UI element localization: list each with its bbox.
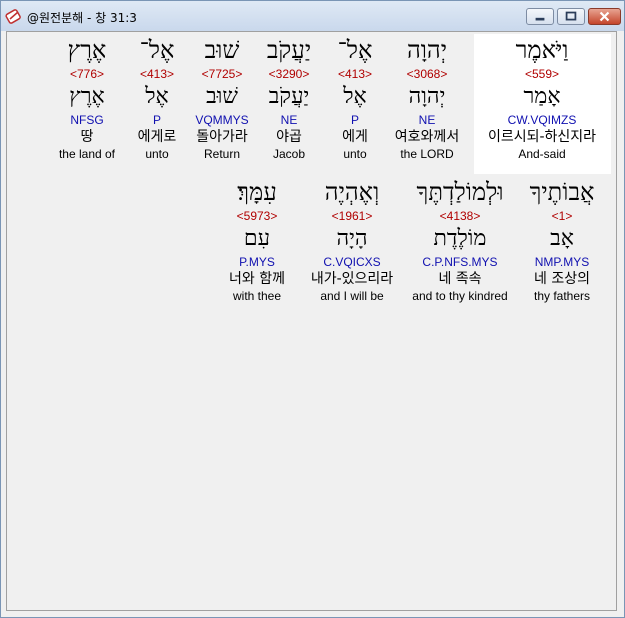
morphology-code: CW.VQIMZS	[507, 113, 577, 127]
window-title: @원전분해 - 창 31:3	[27, 11, 137, 25]
minimize-icon	[535, 17, 545, 21]
english-gloss: thy fathers	[533, 289, 591, 303]
hebrew-word: וּלְמוֹלַדְתֶּךָ	[416, 178, 504, 206]
hebrew-root: אָב	[550, 226, 574, 251]
app-icon	[5, 9, 21, 24]
minimize-button[interactable]	[526, 8, 554, 25]
strong-number[interactable]: <559>	[482, 66, 602, 82]
morphology-code: P.MYS	[239, 255, 275, 269]
analysis-panel: וַיֹּאמֶר <559> אָמַר CW.VQIMZS 이르시되-하신지…	[6, 31, 617, 611]
english-gloss: And-said	[518, 147, 566, 161]
hebrew-word: אֶרֶץ	[67, 36, 107, 64]
korean-gloss: 땅	[80, 129, 94, 145]
english-gloss: with thee	[232, 289, 282, 303]
korean-gloss: 이르시되-하신지라	[487, 129, 597, 145]
hebrew-root: אָמַר	[523, 84, 561, 109]
close-button[interactable]	[588, 8, 621, 25]
strong-number[interactable]: <4138>	[400, 208, 520, 224]
english-gloss: and to thy kindred	[412, 289, 508, 303]
hebrew-root: מוֹלֶדֶת	[433, 226, 487, 251]
word-cell[interactable]: אֲבוֹתֶיךָ <1> אָב NMP.MYS 네 조상의 thy fat…	[502, 176, 622, 304]
word-cell[interactable]: עִמָּךְ׃ <5973> עִם P.MYS 너와 함께 with the…	[197, 176, 317, 304]
close-icon	[599, 11, 610, 22]
morphology-code: NMP.MYS	[534, 255, 590, 269]
korean-gloss: 네 조상의	[534, 271, 590, 287]
strong-number[interactable]: <5973>	[197, 208, 317, 224]
hebrew-root: עִם	[243, 226, 271, 251]
maximize-button[interactable]	[557, 8, 585, 25]
word-cell[interactable]: וּלְמוֹלַדְתֶּךָ <4138> מוֹלֶדֶת C.P.NFS…	[400, 176, 520, 304]
title-bar[interactable]: @원전분해 - 창 31:3	[1, 1, 624, 31]
hebrew-word: אֲבוֹתֶיךָ	[529, 178, 595, 206]
morphology-code: NFSG	[70, 113, 104, 127]
word-cell[interactable]: אֶרֶץ <776> אֶרֶץ NFSG 땅 the land of	[27, 34, 147, 162]
app-window: @원전분해 - 창 31:3 וַיֹּאמֶר <559> אָמַר CW.…	[0, 0, 625, 618]
strong-number[interactable]: <1>	[502, 208, 622, 224]
word-cell[interactable]: וַיֹּאמֶר <559> אָמַר CW.VQIMZS 이르시되-하신지…	[482, 34, 602, 162]
korean-gloss: 네 족속	[438, 271, 482, 287]
hebrew-word: וַיֹּאמֶר	[515, 36, 569, 64]
hebrew-root: אֶרֶץ	[69, 84, 105, 109]
strong-number[interactable]: <776>	[27, 66, 147, 82]
hebrew-word: עִמָּךְ׃	[237, 178, 277, 206]
maximize-icon	[565, 11, 577, 21]
korean-gloss: 너와 함께	[229, 271, 285, 287]
morphology-code: C.P.NFS.MYS	[422, 255, 498, 269]
english-gloss: the land of	[58, 147, 116, 161]
